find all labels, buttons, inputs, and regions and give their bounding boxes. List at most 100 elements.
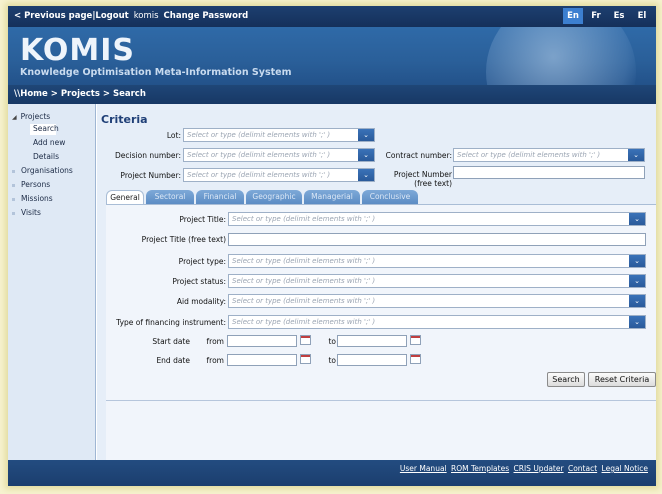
- tab-financial[interactable]: Financial: [196, 190, 244, 204]
- project-type-label: Project type:: [178, 257, 226, 266]
- calendar-icon[interactable]: [300, 354, 311, 364]
- aid-modality-placeholder: Select or type (delimit elements with ';…: [232, 297, 376, 305]
- user-manual-link[interactable]: User Manual: [400, 464, 447, 473]
- end-date-label: End date: [156, 356, 190, 365]
- sidebar-label: Organisations: [21, 166, 73, 175]
- username: komis: [133, 11, 159, 21]
- sidebar-label: Persons: [21, 180, 51, 189]
- sidebar-item-organisations[interactable]: Organisations: [12, 166, 73, 175]
- lot-label: Lot:: [166, 131, 181, 140]
- language-selector: En Fr Es El: [563, 8, 652, 24]
- main-content: Criteria Lot: Select or type (delimit el…: [97, 104, 656, 460]
- project-title-combobox[interactable]: Select or type (delimit elements with ';…: [228, 212, 646, 226]
- project-title-free-input[interactable]: [228, 233, 646, 246]
- start-date-to-input[interactable]: [337, 335, 407, 347]
- sidebar-item-details[interactable]: Details: [33, 152, 59, 161]
- tab-sectoral[interactable]: Sectoral: [146, 190, 194, 204]
- sidebar-item-search[interactable]: Search: [30, 124, 59, 135]
- project-status-label: Project status:: [172, 277, 226, 286]
- start-date-label: Start date: [152, 337, 190, 346]
- start-date-from-input[interactable]: [227, 335, 297, 347]
- lot-combobox[interactable]: Select or type (delimit elements with ';…: [183, 128, 375, 142]
- reset-criteria-button[interactable]: Reset Criteria: [588, 372, 656, 387]
- tab-general[interactable]: General: [106, 190, 144, 205]
- calendar-icon[interactable]: [410, 335, 421, 345]
- chevron-down-icon[interactable]: ⌄: [358, 169, 374, 181]
- search-button[interactable]: Search: [547, 372, 585, 387]
- divider: [106, 400, 656, 401]
- lang-es[interactable]: Es: [609, 8, 629, 24]
- project-title-placeholder: Select or type (delimit elements with ';…: [232, 215, 376, 223]
- project-status-combobox[interactable]: Select or type (delimit elements with ';…: [228, 274, 646, 288]
- project-number-combobox[interactable]: Select or type (delimit elements with ';…: [183, 168, 375, 182]
- aid-modality-combobox[interactable]: Select or type (delimit elements with ';…: [228, 294, 646, 308]
- project-number-free-label-line1: Project Number: [393, 170, 452, 179]
- project-number-free-input[interactable]: [453, 166, 645, 179]
- chevron-down-icon[interactable]: ⌄: [629, 316, 645, 328]
- top-bar: < Previous page|Logout komis Change Pass…: [8, 6, 656, 27]
- aid-modality-label: Aid modality:: [176, 297, 226, 306]
- chevron-down-icon[interactable]: ⌄: [629, 213, 645, 225]
- project-type-combobox[interactable]: Select or type (delimit elements with ';…: [228, 254, 646, 268]
- lang-en[interactable]: En: [563, 8, 583, 24]
- globe-graphic: [486, 27, 636, 85]
- tab-managerial[interactable]: Managerial: [304, 190, 360, 204]
- contract-number-placeholder: Select or type (delimit elements with ';…: [457, 151, 601, 159]
- sidebar-item-add-new[interactable]: Add new: [33, 138, 65, 147]
- decision-number-combobox[interactable]: Select or type (delimit elements with ';…: [183, 148, 375, 162]
- bullet-icon: [12, 197, 15, 201]
- header-banner: KOMIS Knowledge Optimisation Meta-Inform…: [8, 27, 656, 85]
- chevron-down-icon[interactable]: ⌄: [358, 149, 374, 161]
- sidebar-item-visits[interactable]: Visits: [12, 208, 41, 217]
- project-title-free-label: Project Title (free text): [141, 235, 226, 244]
- lang-el[interactable]: El: [632, 8, 652, 24]
- sidebar-item-missions[interactable]: Missions: [12, 194, 53, 203]
- project-number-free-label-line2: (free text): [414, 179, 452, 188]
- decision-number-placeholder: Select or type (delimit elements with ';…: [187, 151, 331, 159]
- previous-page-link[interactable]: < Previous page: [14, 11, 92, 21]
- sidebar-item-persons[interactable]: Persons: [12, 180, 50, 189]
- end-date-to-input[interactable]: [337, 354, 407, 366]
- start-date-to-label: to: [328, 337, 336, 346]
- expand-triangle-icon: ◢: [12, 114, 17, 121]
- tab-geographic[interactable]: Geographic: [246, 190, 302, 204]
- sidebar-item-projects[interactable]: ◢ Projects: [12, 112, 50, 121]
- contract-number-combobox[interactable]: Select or type (delimit elements with ';…: [453, 148, 645, 162]
- contract-number-label: Contract number:: [385, 151, 452, 160]
- financing-type-label: Type of financing instrument:: [116, 318, 226, 327]
- chevron-down-icon[interactable]: ⌄: [358, 129, 374, 141]
- cris-updater-link[interactable]: CRIS Updater: [514, 464, 564, 473]
- calendar-icon[interactable]: [300, 335, 311, 345]
- chevron-down-icon[interactable]: ⌄: [628, 149, 644, 161]
- top-nav: < Previous page|Logout komis Change Pass…: [14, 11, 248, 21]
- decision-number-label: Decision number:: [115, 151, 181, 160]
- logout-link[interactable]: Logout: [95, 11, 128, 21]
- change-password-link[interactable]: Change Password: [164, 11, 249, 21]
- app-frame: < Previous page|Logout komis Change Pass…: [8, 6, 656, 486]
- end-date-from-input[interactable]: [227, 354, 297, 366]
- financing-type-combobox[interactable]: Select or type (delimit elements with ';…: [228, 315, 646, 329]
- general-tab-panel: Project Title: Select or type (delimit e…: [106, 204, 656, 460]
- logo: KOMIS: [20, 33, 136, 68]
- rom-templates-link[interactable]: ROM Templates: [451, 464, 509, 473]
- tab-conclusive[interactable]: Conclusive: [362, 190, 418, 204]
- lang-fr[interactable]: Fr: [586, 8, 606, 24]
- project-number-placeholder: Select or type (delimit elements with ';…: [187, 171, 331, 179]
- bullet-icon: [12, 169, 15, 173]
- criteria-title: Criteria: [101, 113, 148, 126]
- end-date-to-label: to: [328, 356, 336, 365]
- footer-links: User Manual ROM Templates CRIS Updater C…: [398, 464, 648, 473]
- breadcrumb-bar: \\Home > Projects > Search: [8, 85, 656, 104]
- calendar-icon[interactable]: [410, 354, 421, 364]
- breadcrumb: \\Home > Projects > Search: [14, 89, 146, 99]
- contact-link[interactable]: Contact: [568, 464, 597, 473]
- project-status-placeholder: Select or type (delimit elements with ';…: [232, 277, 376, 285]
- start-date-from-label: from: [206, 337, 224, 346]
- project-number-label: Project Number:: [120, 171, 181, 180]
- financing-type-placeholder: Select or type (delimit elements with ';…: [232, 318, 376, 326]
- project-title-label: Project Title:: [179, 215, 226, 224]
- chevron-down-icon[interactable]: ⌄: [629, 275, 645, 287]
- chevron-down-icon[interactable]: ⌄: [629, 255, 645, 267]
- chevron-down-icon[interactable]: ⌄: [629, 295, 645, 307]
- legal-notice-link[interactable]: Legal Notice: [602, 464, 648, 473]
